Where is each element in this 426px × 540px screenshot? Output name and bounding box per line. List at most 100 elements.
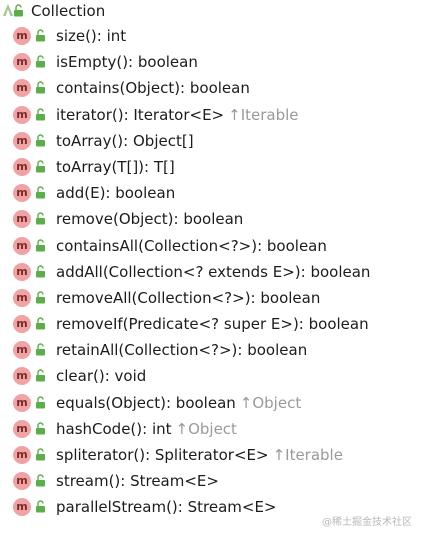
method-signature-text: addAll(Collection<? extends E>): boolean	[56, 262, 371, 281]
method-signature-text: stream(): Stream<E>	[56, 472, 219, 491]
method-row[interactable]: m isEmpty(): boolean	[0, 49, 426, 75]
method-icon: m	[13, 53, 31, 72]
method-signature-text: remove(Object): boolean	[56, 210, 244, 229]
inherited-from-label: ↑Iterable	[228, 105, 299, 124]
method-signature: equals(Object): boolean ↑Object	[56, 390, 301, 416]
lock-open-icon	[36, 212, 45, 225]
method-row[interactable]: m retainAll(Collection<?>): boolean	[0, 337, 426, 363]
lock-open-icon	[36, 422, 45, 435]
method-signature-text: add(E): boolean	[56, 184, 176, 203]
method-signature-text: clear(): void	[56, 367, 147, 386]
method-signature-text: retainAll(Collection<?>): boolean	[56, 341, 308, 360]
method-row[interactable]: m addAll(Collection<? extends E>): boolea…	[0, 259, 426, 285]
lock-open-icon	[36, 500, 45, 513]
method-row[interactable]: m toArray(): Object[]	[0, 128, 426, 154]
method-row[interactable]: m add(E): boolean	[0, 180, 426, 206]
lock-open-icon	[36, 369, 45, 382]
lock-open-icon	[14, 4, 23, 17]
method-icon: m	[13, 262, 31, 281]
method-row[interactable]: m toArray(T[]): T[]	[0, 154, 426, 180]
method-signature-text: removeAll(Collection<?>): boolean	[56, 288, 321, 307]
method-row[interactable]: m remove(Object): boolean	[0, 206, 426, 232]
method-icon: m	[13, 27, 31, 45]
lock-open-icon	[36, 343, 45, 356]
method-icon: m	[13, 498, 31, 517]
class-title: Collection	[31, 2, 106, 20]
method-icon: m	[13, 105, 31, 124]
method-signature-text: iterator(): Iterator<E>	[56, 105, 225, 124]
method-row[interactable]: m size(): int	[0, 23, 426, 49]
method-signature: clear(): void	[56, 363, 146, 389]
method-icon: m	[13, 393, 31, 412]
lock-open-icon	[36, 186, 45, 199]
method-icon: m	[13, 210, 31, 229]
method-row[interactable]: m hashCode(): int ↑Object	[0, 416, 426, 442]
watermark: @稀土掘金技术社区	[322, 517, 412, 528]
method-row[interactable]: m clear(): void	[0, 363, 426, 389]
method-icon: m	[13, 315, 31, 334]
method-signature-text: toArray(): Object[]	[56, 131, 194, 150]
lock-open-icon	[36, 160, 45, 173]
lock-open-icon	[36, 81, 45, 94]
method-icon: m	[13, 131, 31, 150]
method-signature: toArray(): Object[]	[56, 128, 194, 154]
method-signature-text: hashCode(): int	[56, 419, 172, 438]
method-icon: m	[13, 472, 31, 491]
method-signature-text: equals(Object): boolean	[56, 393, 236, 412]
method-list: m size(): int m isEmpty(): boolean m contains…	[0, 23, 426, 521]
lock-open-icon	[36, 238, 45, 251]
method-signature: contains(Object): boolean	[56, 75, 250, 101]
method-icon: m	[13, 288, 31, 307]
lock-open-icon	[36, 291, 45, 304]
method-signature-text: containsAll(Collection<?>): boolean	[56, 236, 327, 255]
method-signature: hashCode(): int ↑Object	[56, 416, 237, 442]
method-icon: m	[13, 367, 31, 386]
method-signature-text: size(): int	[56, 27, 127, 45]
method-signature: remove(Object): boolean	[56, 206, 243, 232]
lock-open-icon	[36, 29, 45, 42]
method-signature-text: toArray(T[]): T[]	[56, 157, 175, 176]
method-icon: m	[13, 341, 31, 360]
method-signature-text: parallelStream(): Stream<E>	[56, 498, 277, 517]
lock-open-icon	[36, 107, 45, 121]
inherited-from-label: ↑Object	[175, 419, 237, 438]
inherited-from-label: ↑Object	[239, 393, 302, 412]
lock-open-icon	[36, 265, 45, 278]
lock-open-icon	[36, 134, 45, 147]
method-signature: spliterator(): Spliterator<E> ↑Iterable	[56, 442, 343, 468]
method-row[interactable]: m contains(Object): boolean	[0, 75, 426, 101]
method-signature-text: spliterator(): Spliterator<E>	[56, 446, 269, 464]
method-signature: removeIf(Predicate<? super E>): boolean	[56, 311, 369, 337]
method-signature: stream(): Stream<E>	[56, 468, 219, 494]
method-signature: parallelStream(): Stream<E>	[56, 494, 277, 520]
method-row[interactable]: m equals(Object): boolean ↑Object	[0, 390, 426, 416]
method-signature: containsAll(Collection<?>): boolean	[56, 233, 327, 259]
method-signature: isEmpty(): boolean	[56, 49, 198, 75]
method-row[interactable]: m spliterator(): Spliterator<E> ↑Iterable	[0, 442, 426, 468]
method-row[interactable]: m iterator(): Iterator<E> ↑Iterable	[0, 102, 426, 128]
method-signature-text: isEmpty(): boolean	[56, 53, 198, 72]
method-row[interactable]: m removeIf(Predicate<? super E>): boolean	[0, 311, 426, 337]
lock-open-icon	[36, 395, 45, 409]
method-icon: m	[13, 236, 31, 255]
lock-open-icon	[36, 474, 45, 487]
method-icon: m	[13, 184, 31, 203]
method-row[interactable]: m containsAll(Collection<?>): boolean	[0, 233, 426, 259]
method-row[interactable]: m removeAll(Collection<?>): boolean	[0, 285, 426, 311]
method-signature-text: removeIf(Predicate<? super E>): boolean	[56, 315, 369, 334]
method-signature: iterator(): Iterator<E> ↑Iterable	[56, 102, 299, 128]
inherited-from-label: ↑Iterable	[272, 446, 343, 464]
method-row[interactable]: m stream(): Stream<E>	[0, 468, 426, 494]
lock-open-icon	[36, 317, 45, 330]
lock-open-icon	[36, 55, 45, 68]
structure-header[interactable]: Collection	[0, 0, 426, 22]
method-signature: toArray(T[]): T[]	[56, 154, 175, 180]
method-icon: m	[13, 157, 31, 176]
method-icon: m	[13, 79, 31, 98]
method-icon: m	[13, 419, 31, 438]
method-signature: add(E): boolean	[56, 180, 175, 206]
method-signature: removeAll(Collection<?>): boolean	[56, 285, 320, 311]
method-signature: retainAll(Collection<?>): boolean	[56, 337, 307, 363]
method-icon: m	[13, 446, 31, 464]
method-signature-text: contains(Object): boolean	[56, 79, 250, 98]
